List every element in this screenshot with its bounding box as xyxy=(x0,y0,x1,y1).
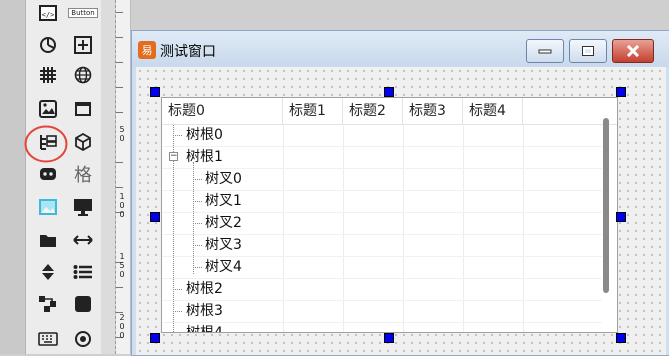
ruler-mark-50: 50 xyxy=(119,125,125,143)
vertical-ruler: 50 100 150 200 xyxy=(116,0,131,354)
button-tool-icon[interactable]: Button xyxy=(68,2,98,24)
horizontal-resize-tool-icon[interactable] xyxy=(70,229,96,251)
vertical-scrollbar[interactable] xyxy=(603,118,609,293)
resize-handle-top[interactable] xyxy=(384,87,394,97)
image-box-tool-icon[interactable] xyxy=(35,196,61,218)
monitor-tool-icon[interactable] xyxy=(70,196,96,218)
tree-node-branch0[interactable]: 树叉0 xyxy=(162,168,602,190)
keyboard-tool-icon[interactable] xyxy=(35,328,61,350)
hierarchy-tool-icon[interactable] xyxy=(35,293,61,315)
minimize-icon xyxy=(538,49,552,54)
close-icon xyxy=(626,45,640,57)
tree-node-label: 树叉0 xyxy=(205,171,242,187)
tree-node-label: 树叉4 xyxy=(205,259,242,275)
resize-handle-right[interactable] xyxy=(616,212,626,222)
radio-tool-icon[interactable] xyxy=(70,328,96,350)
pie-chart-tool-icon[interactable] xyxy=(35,34,61,56)
cube-tool-icon[interactable] xyxy=(70,131,96,153)
tree-node-label: 树叉1 xyxy=(205,193,242,209)
tree-node-label: 树叉3 xyxy=(205,237,242,253)
gamepad-tool-icon[interactable] xyxy=(35,163,61,185)
folder-tool-icon[interactable] xyxy=(35,229,61,251)
tree-node-root1[interactable]: − 树根1 xyxy=(162,146,602,168)
tree-node-branch1[interactable]: 树叉1 xyxy=(162,190,602,212)
tree-node-branch4[interactable]: 树叉4 xyxy=(162,256,602,278)
maximize-button[interactable] xyxy=(569,39,607,63)
tree-node-label: 树根3 xyxy=(186,303,223,319)
window-titlebar[interactable]: 易 测试窗口 xyxy=(132,31,669,67)
globe-tool-icon[interactable] xyxy=(70,64,96,86)
collapse-toggle-icon[interactable]: − xyxy=(169,152,178,161)
column-header-3[interactable]: 标题3 xyxy=(403,98,463,124)
ruler-mark-200: 200 xyxy=(119,313,125,340)
tree-node-root0[interactable]: 树根0 xyxy=(162,124,602,146)
window-tool-icon[interactable] xyxy=(70,98,96,120)
svg-text:</>: </> xyxy=(42,11,55,19)
spinner-tool-icon[interactable] xyxy=(35,261,61,283)
plus-box-tool-icon[interactable] xyxy=(70,34,96,56)
resize-handle-bottom[interactable] xyxy=(384,333,394,343)
resize-handle-bottom-right[interactable] xyxy=(616,333,626,343)
toolbox-divider xyxy=(101,0,115,354)
left-palette-strip xyxy=(0,0,26,354)
resize-handle-top-left[interactable] xyxy=(150,87,160,97)
maximize-icon xyxy=(582,46,594,56)
button-tool-label: Button xyxy=(68,8,98,18)
tree-node-label: 树根2 xyxy=(186,281,223,297)
html-browser-tool-icon[interactable]: </> xyxy=(35,2,61,24)
grid-tool-icon[interactable] xyxy=(35,64,61,86)
grid-table-tool-icon[interactable]: 格 xyxy=(70,163,96,186)
tree-node-label: 树根4 xyxy=(186,325,223,333)
minimize-button[interactable] xyxy=(526,39,564,63)
resize-handle-bottom-left[interactable] xyxy=(150,333,160,343)
tree-list-control[interactable]: 标题0 标题1 标题2 标题3 标题4 树根0 − 树根1 树叉0 树叉1 树叉… xyxy=(161,97,618,333)
ruler-mark-150: 150 xyxy=(119,252,125,279)
picture-tool-icon[interactable] xyxy=(35,98,61,120)
tree-header: 标题0 标题1 标题2 标题3 标题4 xyxy=(162,98,617,125)
square-tool-icon[interactable] xyxy=(70,293,96,315)
tree-node-root2[interactable]: 树根2 xyxy=(162,278,602,300)
column-header-0[interactable]: 标题0 xyxy=(162,98,283,124)
tree-node-label: 树叉2 xyxy=(205,215,242,231)
window-title: 测试窗口 xyxy=(160,44,216,60)
component-toolbox: </> Button 格 xyxy=(24,0,101,354)
list-tool-icon[interactable] xyxy=(70,261,96,283)
tree-node-branch2[interactable]: 树叉2 xyxy=(162,212,602,234)
resize-handle-left[interactable] xyxy=(150,212,160,222)
highlight-circle xyxy=(24,125,68,163)
column-header-1[interactable]: 标题1 xyxy=(283,98,343,124)
resize-handle-top-right[interactable] xyxy=(616,87,626,97)
tree-node-root3[interactable]: 树根3 xyxy=(162,300,602,322)
design-form-window[interactable]: 易 测试窗口 标题0 标题1 标题2 标题3 标题4 树根0 − 树根1 树叉0… xyxy=(131,30,669,356)
grid-tool-glyph: 格 xyxy=(74,165,92,186)
column-header-2[interactable]: 标题2 xyxy=(343,98,403,124)
ruler-mark-100: 100 xyxy=(119,192,125,219)
close-button[interactable] xyxy=(612,39,654,63)
tree-node-root4[interactable]: 树根4 xyxy=(162,322,602,333)
tree-node-branch3[interactable]: 树叉3 xyxy=(162,234,602,256)
tree-node-label: 树根1 xyxy=(186,149,223,165)
column-header-4[interactable]: 标题4 xyxy=(463,98,523,124)
tree-node-label: 树根0 xyxy=(186,127,223,143)
app-icon: 易 xyxy=(138,41,156,59)
